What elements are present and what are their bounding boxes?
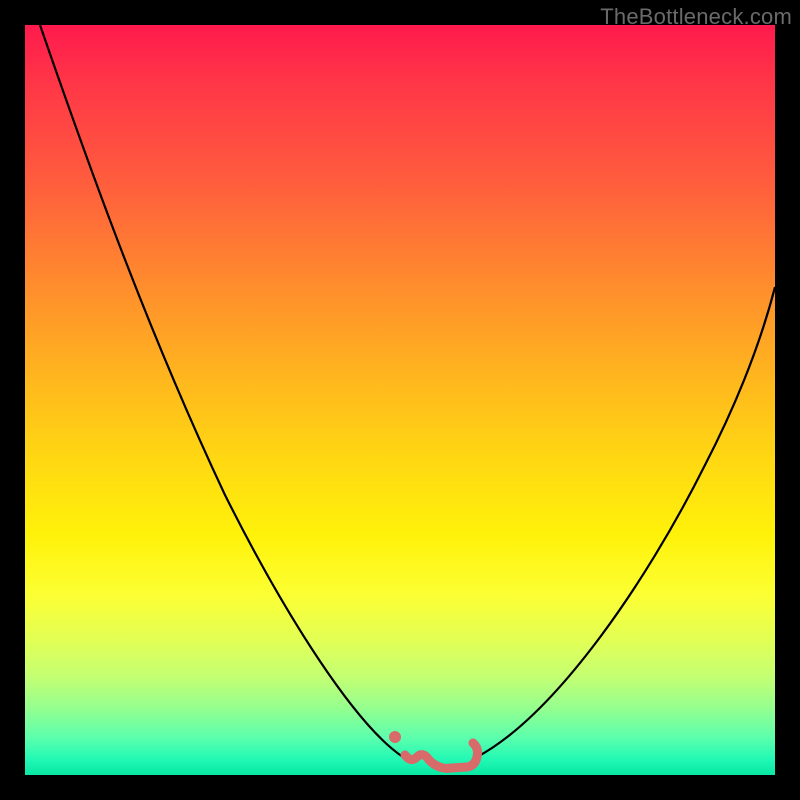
- right-curve: [477, 287, 775, 757]
- chart-frame: TheBottleneck.com: [0, 0, 800, 800]
- left-curve: [40, 25, 403, 757]
- floor-squiggle: [405, 743, 478, 768]
- watermark-text: TheBottleneck.com: [600, 4, 792, 30]
- curves-svg: [25, 25, 775, 775]
- plot-area: [25, 25, 775, 775]
- marker-dot: [389, 731, 401, 743]
